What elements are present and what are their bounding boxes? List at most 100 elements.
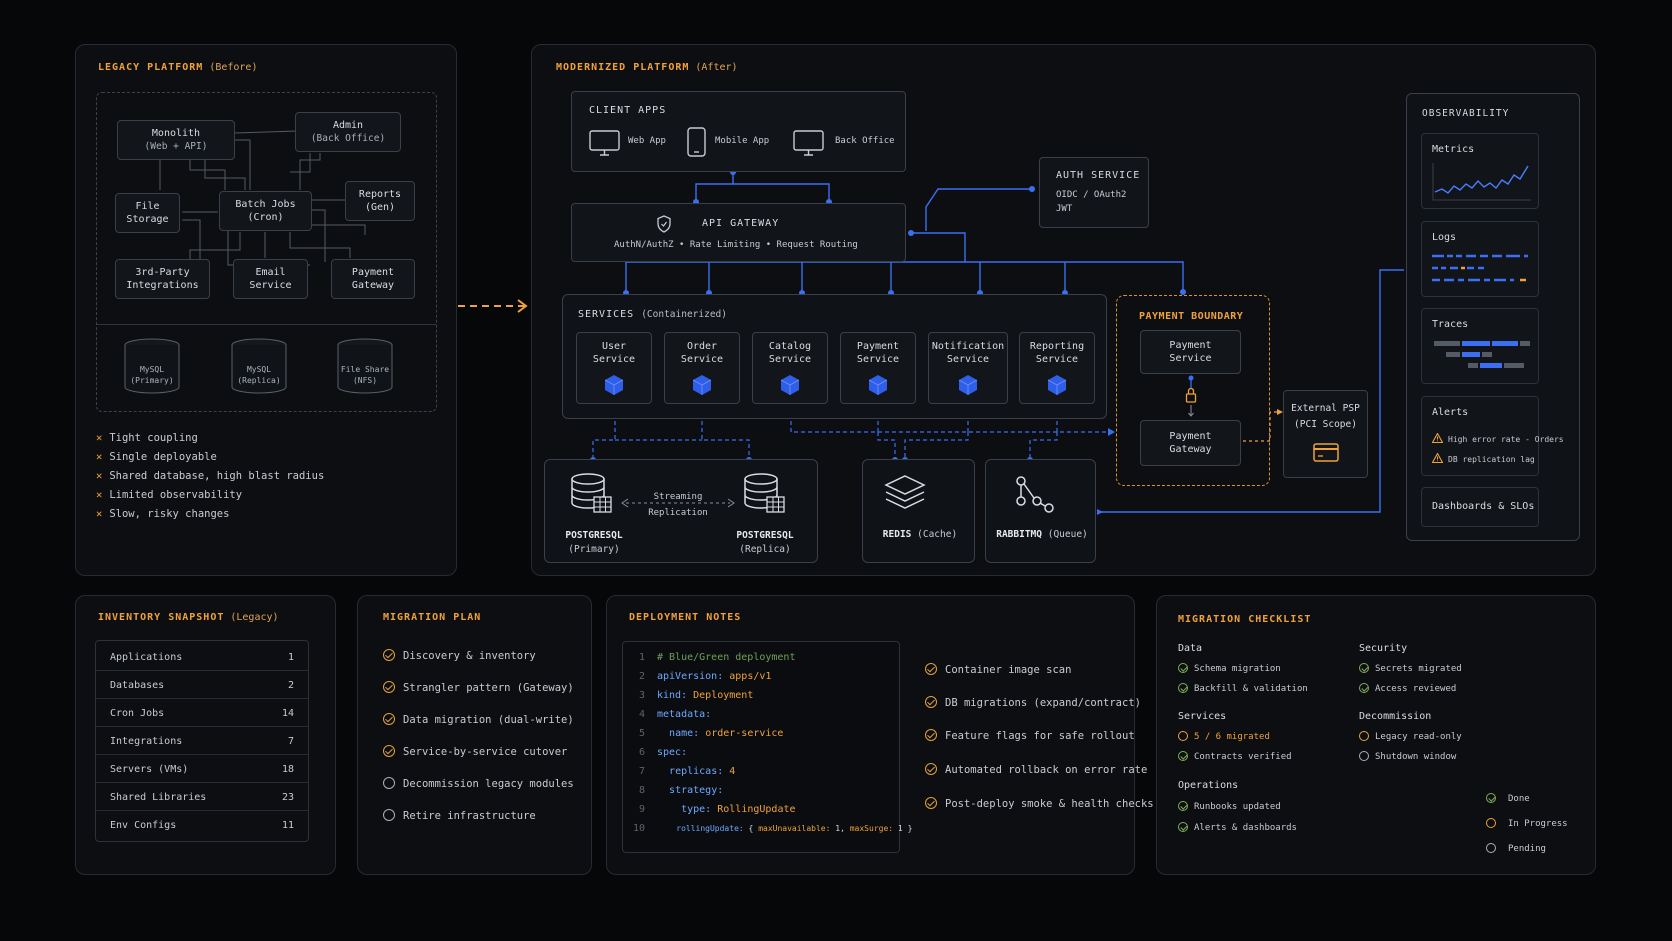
checklist-item: Backfill & validation	[1178, 683, 1308, 694]
in-progress-circle-icon	[1359, 731, 1369, 741]
lock-icon	[1185, 375, 1197, 417]
boundary-payment-service: Payment Service	[1140, 330, 1241, 374]
checklist-group-security: Security	[1359, 643, 1408, 654]
check-circle-icon	[1486, 793, 1496, 803]
yaml-code-block: 1 # Blue/Green deployment 2 apiVersion: ap…	[622, 641, 912, 853]
postgres-replica-label: POSTGRESQL (Replica)	[736, 530, 794, 555]
desktop-icon	[793, 130, 824, 156]
check-circle-icon	[925, 663, 937, 675]
warning-icon	[1431, 432, 1444, 444]
empty-circle-icon	[383, 777, 395, 789]
check-circle-icon	[383, 745, 395, 757]
logs-lines	[1432, 254, 1528, 282]
replication-label: Streaming Replication	[648, 492, 708, 518]
check-circle-icon	[1359, 683, 1369, 693]
metrics-card: Metrics	[1421, 133, 1539, 209]
alert-item: High error rate - Orders	[1431, 432, 1564, 444]
alert-item: DB replication lag	[1431, 452, 1535, 464]
check-circle-icon	[925, 763, 937, 775]
checklist-item: Shutdown window	[1359, 751, 1456, 762]
auth-title: AUTH SERVICE	[1056, 170, 1141, 181]
checklist-item: 5 / 6 migrated	[1178, 731, 1270, 742]
deploy-check-item: Feature flags for safe rollout	[925, 729, 1135, 742]
client-apps-title: CLIENT APPS	[589, 105, 667, 116]
empty-circle-icon	[1486, 843, 1496, 853]
check-circle-icon	[383, 681, 395, 693]
check-circle-icon	[383, 713, 395, 725]
legend-done: Done	[1486, 793, 1530, 804]
check-circle-icon	[1359, 663, 1369, 673]
warning-icon	[1431, 452, 1444, 464]
service-order: Order Service	[664, 332, 740, 404]
checklist-item: Alerts & dashboards	[1178, 822, 1297, 833]
service-payment: Payment Service	[840, 332, 916, 404]
dashboards-card[interactable]: Dashboards & SLOs	[1421, 487, 1539, 527]
database-icon	[571, 473, 612, 513]
check-circle-icon	[1178, 683, 1188, 693]
checklist-item: Access reviewed	[1359, 683, 1456, 694]
migration-plan-title: MIGRATION PLAN	[383, 612, 482, 623]
checklist-group-services: Services	[1178, 711, 1227, 722]
gateway-features: AuthN/AuthZ • Rate Limiting • Request Ro…	[614, 240, 858, 250]
table-row: Databases 2	[96, 671, 308, 699]
in-progress-circle-icon	[1178, 731, 1188, 741]
plan-item: Retire infrastructure	[383, 809, 536, 822]
gateway-title: API GATEWAY	[702, 218, 780, 229]
checklist-item: Schema migration	[1178, 663, 1281, 674]
api-gateway-box	[571, 203, 906, 262]
service-user: User Service	[576, 332, 652, 404]
redis-label: REDIS (Cache)	[882, 529, 958, 540]
postgres-primary-label: POSTGRESQL (Primary)	[565, 530, 623, 555]
service-notification: Notification Service	[928, 332, 1008, 404]
legend-in-progress: In Progress	[1486, 818, 1568, 829]
container-icon	[868, 375, 888, 395]
service-reporting: Reporting Service	[1019, 332, 1095, 404]
traces-bars	[1434, 341, 1530, 368]
check-circle-icon	[925, 797, 937, 809]
check-circle-icon	[1178, 801, 1188, 811]
credit-card-icon	[1313, 443, 1339, 462]
container-icon	[692, 375, 712, 395]
mobile-icon	[687, 127, 706, 157]
shield-icon	[657, 215, 671, 233]
auth-line1: OIDC / OAuth2	[1056, 190, 1127, 200]
deploy-check-item: Post-deploy smoke & health checks	[925, 797, 1154, 810]
checklist-item: Secrets migrated	[1359, 663, 1462, 674]
container-icon	[604, 375, 624, 395]
container-icon	[780, 375, 800, 395]
plan-item: Discovery & inventory	[383, 649, 536, 662]
plan-item: Decommission legacy modules	[383, 777, 574, 790]
table-row: Applications 1	[96, 643, 308, 671]
checklist-group-decommission: Decommission	[1359, 711, 1432, 722]
database-icon	[744, 473, 785, 513]
external-psp-box: External PSP (PCI Scope)	[1283, 390, 1368, 478]
boundary-payment-gateway: Payment Gateway	[1140, 420, 1241, 466]
plan-item: Service-by-service cutover	[383, 745, 567, 758]
inventory-title: INVENTORY SNAPSHOT (Legacy)	[98, 612, 279, 623]
checklist-item: Runbooks updated	[1178, 801, 1281, 812]
checklist-group-operations: Operations	[1178, 780, 1239, 791]
traces-card: Traces	[1421, 308, 1539, 384]
deploy-check-item: Container image scan	[925, 663, 1071, 676]
deployment-notes-title: DEPLOYMENT NOTES	[629, 612, 742, 623]
client-back-office: Back Office	[835, 136, 895, 146]
migration-plan-panel	[357, 595, 592, 875]
legend-pending: Pending	[1486, 843, 1546, 854]
deploy-check-item: Automated rollback on error rate	[925, 763, 1147, 776]
alerts-card: Alerts High error rate - Orders DB repli…	[1421, 396, 1564, 476]
layers-icon	[884, 475, 926, 509]
services-title: SERVICES (Containerized)	[578, 309, 727, 320]
table-row: Cron Jobs 14	[96, 699, 308, 727]
plan-item: Data migration (dual-write)	[383, 713, 574, 726]
queue-branch-icon	[1016, 476, 1054, 513]
check-circle-icon	[1178, 822, 1188, 832]
empty-circle-icon	[383, 809, 395, 821]
logs-card: Logs	[1421, 221, 1539, 297]
service-catalog: Catalog Service	[752, 332, 828, 404]
client-mobile-app: Mobile App	[715, 136, 770, 146]
checklist-item: Legacy read-only	[1359, 731, 1462, 742]
container-icon	[958, 375, 978, 395]
migration-checklist-title: MIGRATION CHECKLIST	[1178, 614, 1312, 625]
container-icon	[1047, 375, 1067, 395]
client-web-app: Web App	[628, 136, 666, 146]
